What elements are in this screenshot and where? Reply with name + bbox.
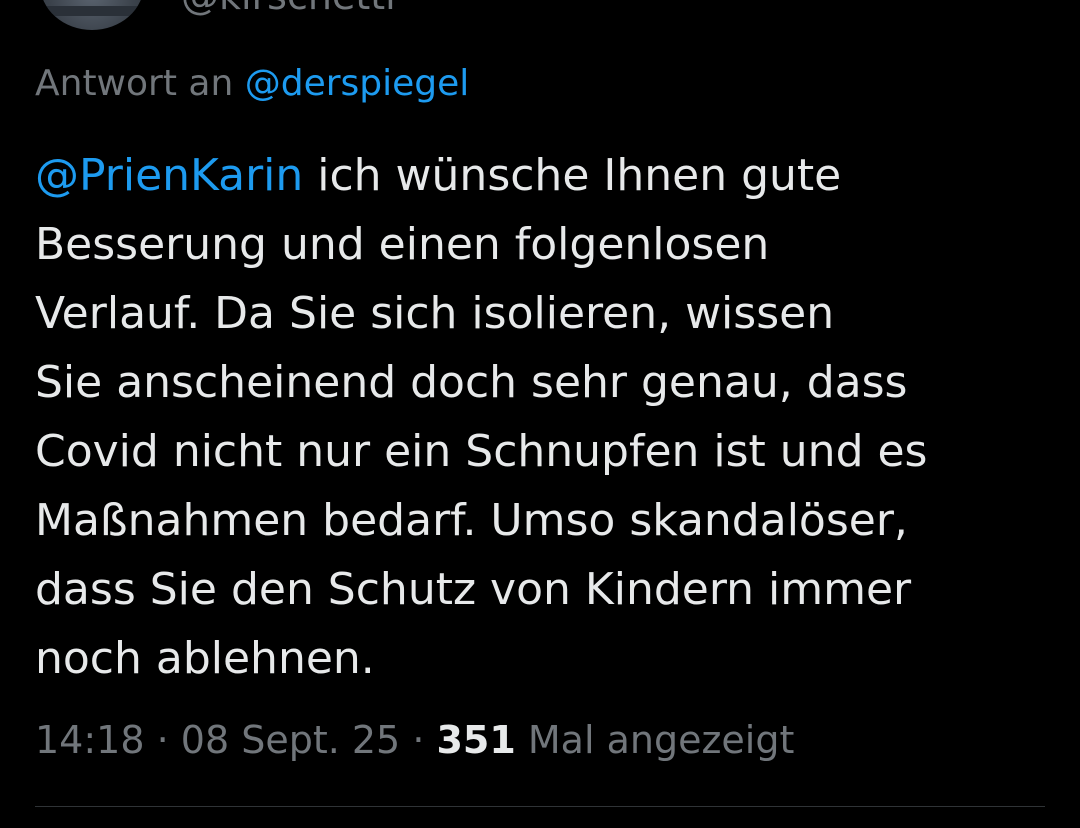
tweet-date[interactable]: 08 Sept. 25 — [181, 718, 400, 762]
tweet-line: Besserung und einen folgenlosen — [35, 219, 770, 270]
tweet-line: Verlauf. Da Sie sich isolieren, wissen — [35, 288, 835, 339]
views-label[interactable]: Mal angezeigt — [516, 718, 794, 762]
tweet-time[interactable]: 14:18 — [35, 718, 145, 762]
tweet-text: @PrienKarin ich wünsche Ihnen gute Besse… — [35, 141, 1055, 693]
tweet-line: Covid nicht nur ein Schnupfen ist und es — [35, 426, 928, 477]
meta-separator: · — [144, 718, 181, 762]
views-count[interactable]: 351 — [436, 718, 515, 762]
tweet-mention-link[interactable]: @PrienKarin — [35, 150, 303, 201]
tweet-line: @PrienKarin ich wünsche Ihnen gute — [35, 141, 1055, 210]
avatar[interactable] — [40, 0, 144, 30]
reply-context: Antwort an @derspiegel — [35, 63, 469, 104]
reply-mention-link[interactable]: @derspiegel — [245, 63, 470, 104]
author-handle[interactable]: @kirschetti — [181, 0, 396, 18]
tweet-line: noch ablehnen. — [35, 633, 375, 684]
tweet-line: Maßnahmen bedarf. Umso skandalöser, — [35, 495, 908, 546]
tweet-line: Sie anscheinend doch sehr genau, dass — [35, 357, 908, 408]
divider — [35, 806, 1045, 807]
tweet-line: dass Sie den Schutz von Kindern immer — [35, 564, 912, 615]
tweet-line-text: ich wünsche Ihnen gute — [303, 150, 842, 201]
meta-separator: · — [400, 718, 437, 762]
tweet-meta: 14:18 · 08 Sept. 25 · 351 Mal angezeigt — [35, 718, 794, 762]
reply-prefix: Antwort an — [35, 63, 234, 104]
